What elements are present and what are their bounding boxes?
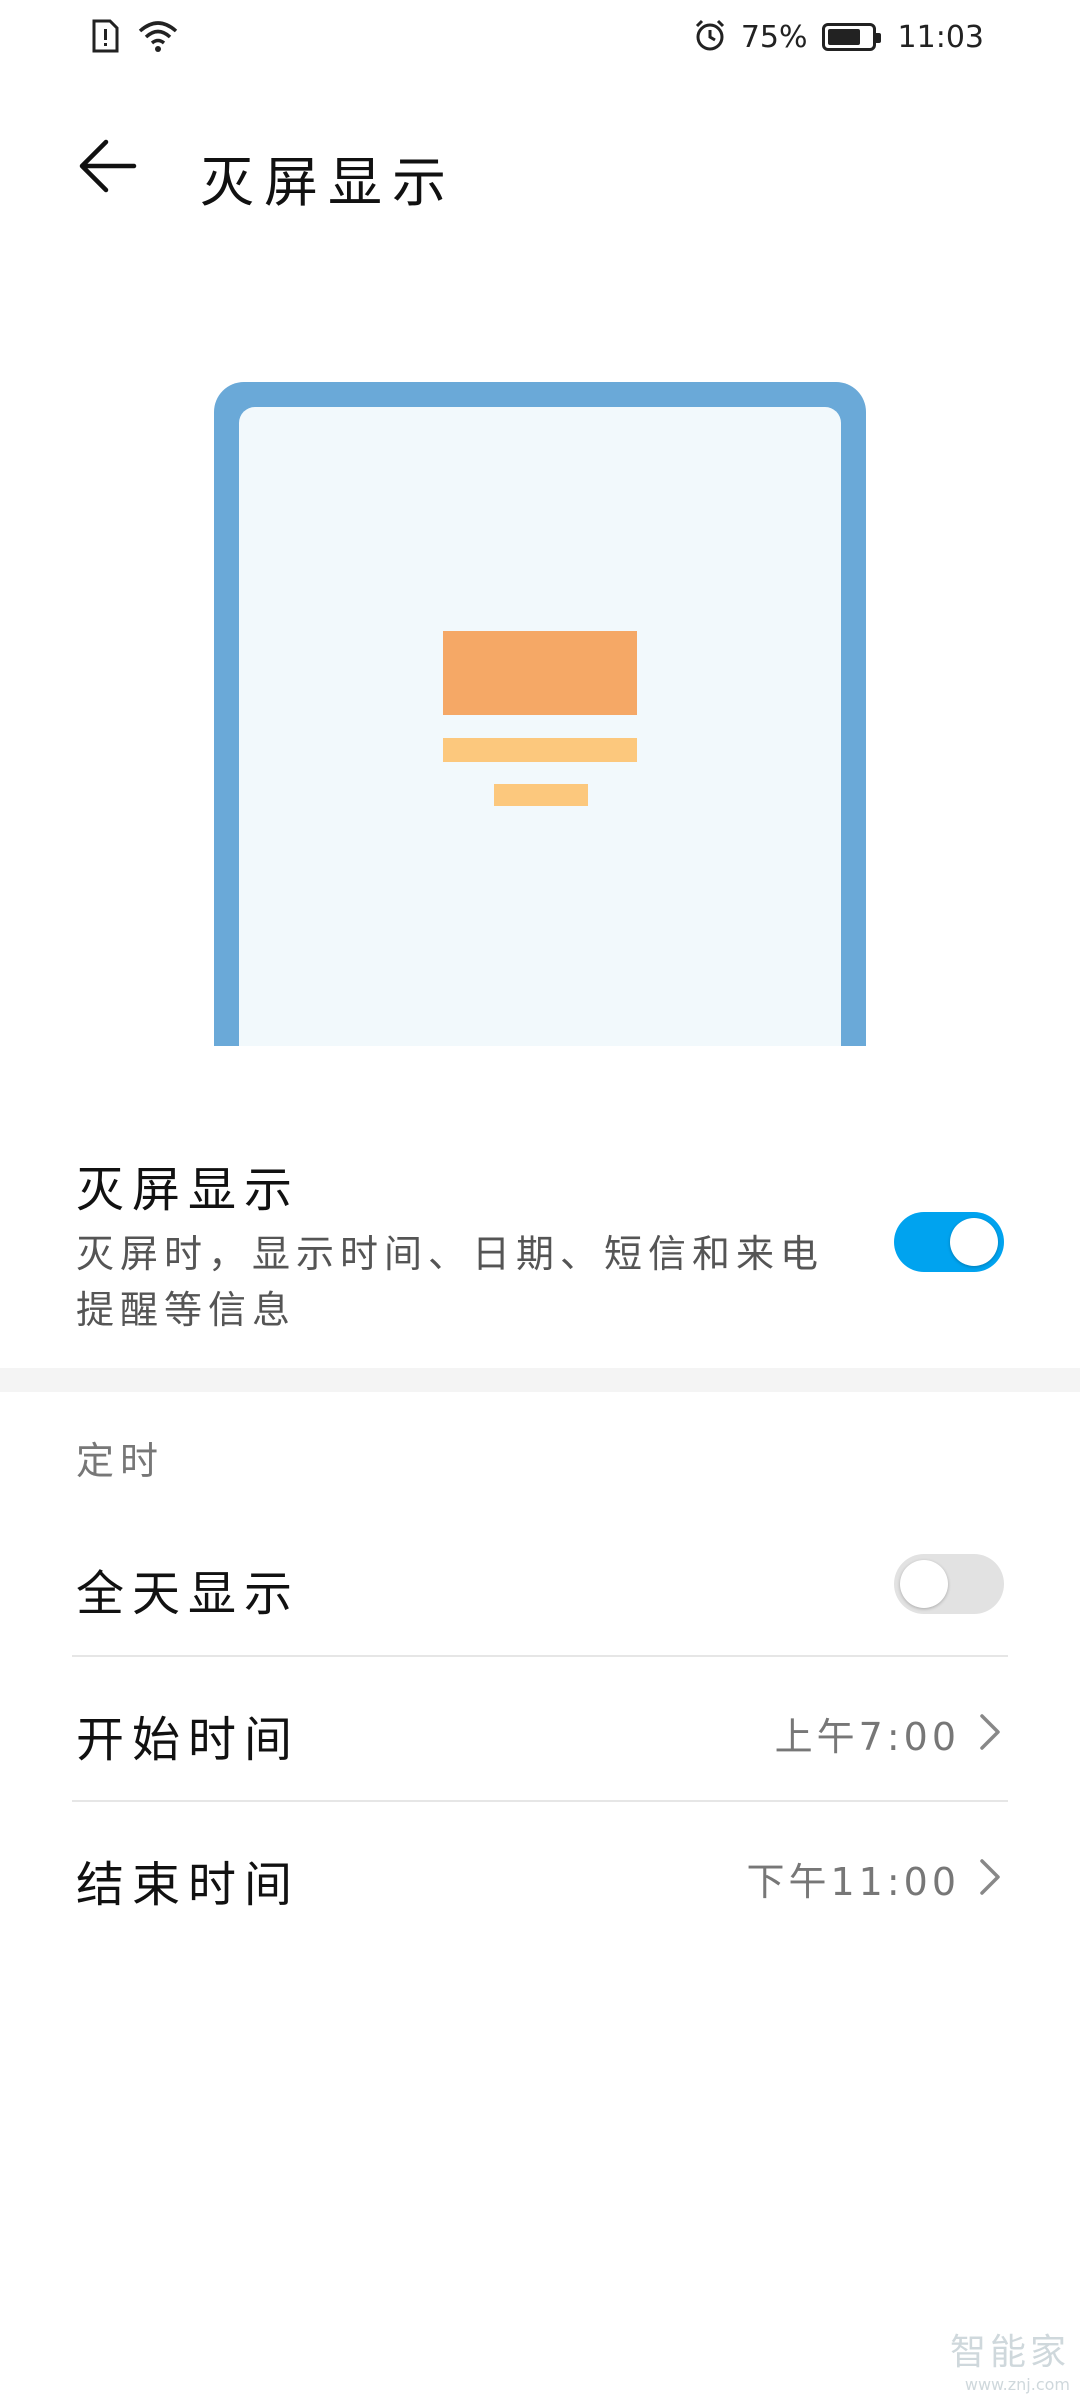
end-time-value: 下午11:00 (746, 1860, 960, 1904)
battery-icon (821, 23, 881, 51)
end-time-label: 结束时间 (76, 1857, 301, 1913)
back-button[interactable] (70, 128, 146, 204)
page-title: 灭屏显示 (200, 151, 456, 214)
watermark: 智能家 www.znj.com (950, 2323, 1070, 2394)
clock: 11:03 (897, 19, 984, 55)
watermark-text: 智能家 (949, 2332, 1070, 2373)
section-divider (0, 1368, 1080, 1392)
alarm-icon (693, 18, 727, 56)
chevron-right-icon (980, 1714, 1000, 1750)
battery-percent: 75% (740, 19, 808, 55)
aod-title: 灭屏显示 (76, 1162, 301, 1218)
status-right: 75% 11:03 (693, 18, 984, 56)
all-day-toggle[interactable] (894, 1554, 1004, 1614)
status-bar: 75% 11:03 (0, 0, 1080, 76)
end-time-row[interactable]: 结束时间 下午11:00 (0, 1801, 1080, 1945)
aod-toggle[interactable] (894, 1212, 1004, 1272)
phone-screen (239, 407, 841, 1046)
section-label-schedule: 定时 (76, 1439, 165, 1483)
app-bar: 灭屏显示 (0, 110, 1080, 220)
aod-preview-block (443, 631, 637, 715)
aod-preview-line-short (494, 784, 588, 806)
all-day-row[interactable]: 全天显示 (0, 1510, 1080, 1654)
start-time-label: 开始时间 (76, 1712, 301, 1768)
aod-illustration (214, 382, 866, 1046)
back-arrow-icon (79, 139, 137, 193)
toggle-knob (950, 1218, 998, 1266)
status-left (90, 18, 178, 58)
toggle-knob (900, 1560, 948, 1608)
wifi-icon (138, 19, 178, 57)
aod-setting-row[interactable]: 灭屏显示 灭屏时，显示时间、日期、短信和来电提醒等信息 (0, 1140, 1080, 1350)
aod-preview-line (443, 738, 637, 762)
start-time-row[interactable]: 开始时间 上午7:00 (0, 1656, 1080, 1800)
screen: 75% 11:03 灭屏显示 灭屏显示 灭屏时，显示时间、日期、短信和来电提醒等… (0, 0, 1080, 2400)
battery-fill (827, 29, 860, 45)
start-time-value: 上午7:00 (774, 1715, 960, 1759)
chevron-right-icon (980, 1859, 1000, 1895)
sim-alert-icon (90, 18, 120, 58)
all-day-label: 全天显示 (76, 1566, 301, 1622)
watermark-url: www.znj.com (964, 2375, 1070, 2394)
aod-description: 灭屏时，显示时间、日期、短信和来电提醒等信息 (76, 1232, 825, 1332)
